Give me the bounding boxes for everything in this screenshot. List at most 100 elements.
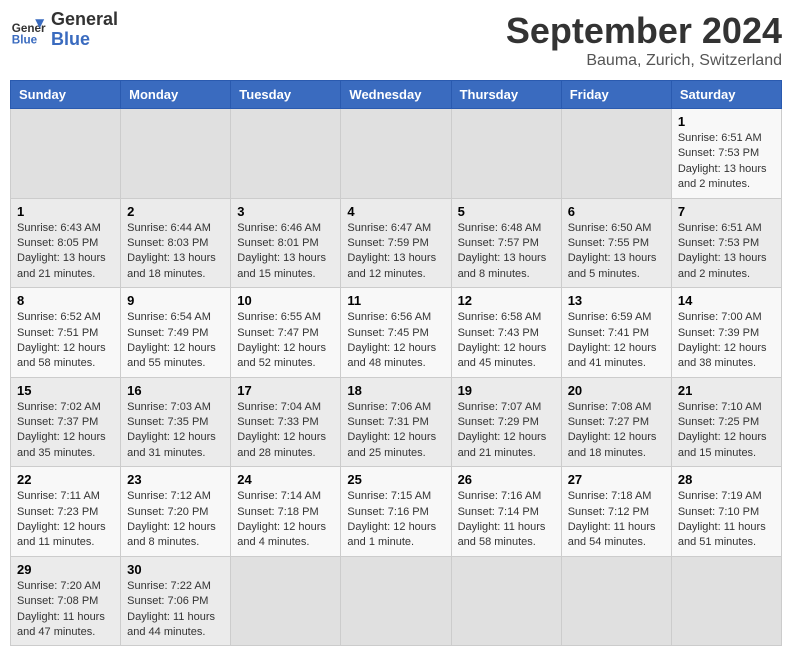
title-block: September 2024 Bauma, Zurich, Switzerlan… bbox=[506, 10, 782, 70]
sunrise: Sunrise: 7:11 AM bbox=[17, 490, 100, 502]
day-cell: 27Sunrise: 7:18 AMSunset: 7:12 PMDayligh… bbox=[561, 467, 671, 557]
week-row: 29 Sunrise: 7:20 AMSunset: 7:08 PMDayligh… bbox=[11, 556, 782, 646]
sunrise: Sunrise: 7:00 AM bbox=[678, 311, 762, 323]
day-cell: 3Sunrise: 6:46 AMSunset: 8:01 PMDaylight… bbox=[231, 198, 341, 288]
day-number: 1 bbox=[678, 114, 775, 129]
day-info: Sunrise: 7:14 AM Sunset: 7:18 PM Daylight:… bbox=[237, 489, 334, 551]
daylight: Daylight: 13 hours and 18 minutes. bbox=[127, 252, 216, 279]
page-header: General Blue General Blue September 2024… bbox=[10, 10, 782, 70]
day-number: 22 bbox=[17, 472, 114, 487]
day-cell: 23Sunrise: 7:12 AMSunset: 7:20 PMDayligh… bbox=[121, 467, 231, 557]
day-info: Sunrise: 7:00 AMSunset: 7:39 PMDaylight:… bbox=[678, 310, 775, 372]
day-number: 1 bbox=[17, 204, 114, 219]
sunrise: Sunrise: 6:51 AM bbox=[678, 222, 762, 234]
daylight: Daylight: 12 hours and 28 minutes. bbox=[237, 431, 326, 458]
day-cell bbox=[451, 556, 561, 646]
day-number: 28 bbox=[678, 472, 775, 487]
day-cell: 17Sunrise: 7:04 AMSunset: 7:33 PMDayligh… bbox=[231, 377, 341, 467]
day-cell: 22Sunrise: 7:11 AMSunset: 7:23 PMDayligh… bbox=[11, 467, 121, 557]
day-info: Sunrise: 7:20 AMSunset: 7:08 PMDaylight:… bbox=[17, 579, 114, 641]
calendar-table: SundayMondayTuesdayWednesdayThursdayFrid… bbox=[10, 80, 782, 646]
day-info: Sunrise: 7:02 AMSunset: 7:37 PMDaylight:… bbox=[17, 400, 114, 462]
day-cell bbox=[11, 109, 121, 199]
day-info: Sunrise: 6:59 AMSunset: 7:41 PMDaylight:… bbox=[568, 310, 665, 372]
daylight: Daylight: 13 hours and 8 minutes. bbox=[458, 252, 547, 279]
location-title: Bauma, Zurich, Switzerland bbox=[506, 52, 782, 70]
header-cell-wednesday: Wednesday bbox=[341, 81, 451, 109]
daylight: Daylight: 12 hours and 25 minutes. bbox=[347, 431, 436, 458]
header-row: SundayMondayTuesdayWednesdayThursdayFrid… bbox=[11, 81, 782, 109]
sunrise: Sunrise: 7:18 AM bbox=[568, 490, 652, 502]
sunset: Sunset: 7:55 PM bbox=[568, 237, 649, 249]
daylight: Daylight: 12 hours and 18 minutes. bbox=[568, 431, 657, 458]
day-number: 11 bbox=[347, 293, 444, 308]
sunset: Sunset: 7:23 PM bbox=[17, 506, 98, 518]
daylight: Daylight: 13 hours and 2 minutes. bbox=[678, 252, 767, 279]
day-cell: 18Sunrise: 7:06 AMSunset: 7:31 PMDayligh… bbox=[341, 377, 451, 467]
day-cell bbox=[341, 556, 451, 646]
day-cell: 28Sunrise: 7:19 AMSunset: 7:10 PMDayligh… bbox=[671, 467, 781, 557]
daylight: Daylight: 12 hours and 52 minutes. bbox=[237, 342, 326, 369]
sunrise: Sunrise: 6:50 AM bbox=[568, 222, 652, 234]
day-cell: 1Sunrise: 6:51 AMSunset: 7:53 PMDaylight… bbox=[671, 109, 781, 199]
day-number: 13 bbox=[568, 293, 665, 308]
daylight: Daylight: 12 hours and 48 minutes. bbox=[347, 342, 436, 369]
sunset: Sunset: 7:12 PM bbox=[568, 506, 649, 518]
day-number: 7 bbox=[678, 204, 775, 219]
day-info: Sunrise: 7:10 AMSunset: 7:25 PMDaylight:… bbox=[678, 400, 775, 462]
day-number: 17 bbox=[237, 383, 334, 398]
day-cell: 10Sunrise: 6:55 AMSunset: 7:47 PMDayligh… bbox=[231, 288, 341, 378]
sunset: Sunset: 7:20 PM bbox=[127, 506, 208, 518]
sunrise: Sunrise: 7:20 AM bbox=[17, 580, 101, 592]
daylight: Daylight: 12 hours and 21 minutes. bbox=[458, 431, 547, 458]
sunrise: Sunrise: 7:10 AM bbox=[678, 401, 762, 413]
daylight: Daylight: 12 hours and 58 minutes. bbox=[17, 342, 106, 369]
day-number: 21 bbox=[678, 383, 775, 398]
sunrise: Sunrise: 6:43 AM bbox=[17, 222, 101, 234]
day-number: 19 bbox=[458, 383, 555, 398]
sunset: Sunset: 7:43 PM bbox=[458, 327, 539, 339]
day-info: Sunrise: 6:44 AMSunset: 8:03 PMDaylight:… bbox=[127, 221, 224, 283]
week-row: 8Sunrise: 6:52 AMSunset: 7:51 PMDaylight… bbox=[11, 288, 782, 378]
header-cell-tuesday: Tuesday bbox=[231, 81, 341, 109]
day-number: 30 bbox=[127, 562, 224, 577]
sunrise: Sunrise: 7:15 AM bbox=[347, 490, 431, 502]
sunrise: Sunrise: 7:06 AM bbox=[347, 401, 431, 413]
day-number: 5 bbox=[458, 204, 555, 219]
sunrise: Sunrise: 7:14 AM bbox=[237, 490, 321, 502]
day-number: 29 bbox=[17, 562, 114, 577]
sunrise: Sunrise: 7:12 AM bbox=[127, 490, 211, 502]
sunset: Sunset: 7:18 PM bbox=[237, 506, 318, 518]
week-row: 15Sunrise: 7:02 AMSunset: 7:37 PMDayligh… bbox=[11, 377, 782, 467]
sunset: Sunset: 7:49 PM bbox=[127, 327, 208, 339]
daylight: Daylight: 12 hours and 8 minutes. bbox=[127, 521, 216, 548]
daylight: Daylight: 12 hours and 4 minutes. bbox=[237, 521, 326, 548]
day-number: 2 bbox=[127, 204, 224, 219]
day-cell bbox=[231, 109, 341, 199]
sunrise: Sunrise: 6:44 AM bbox=[127, 222, 211, 234]
daylight: Daylight: 11 hours and 47 minutes. bbox=[17, 611, 105, 638]
sunset: Sunset: 7:47 PM bbox=[237, 327, 318, 339]
day-number: 27 bbox=[568, 472, 665, 487]
header-cell-friday: Friday bbox=[561, 81, 671, 109]
day-cell: 13 Sunrise: 6:59 AMSunset: 7:41 PMDayligh… bbox=[561, 288, 671, 378]
day-number: 3 bbox=[237, 204, 334, 219]
day-info: Sunrise: 6:47 AMSunset: 7:59 PMDaylight:… bbox=[347, 221, 444, 283]
logo-line2: Blue bbox=[51, 30, 118, 50]
sunset: Sunset: 7:57 PM bbox=[458, 237, 539, 249]
day-number: 18 bbox=[347, 383, 444, 398]
sunrise: Sunrise: 7:07 AM bbox=[458, 401, 542, 413]
day-number: 9 bbox=[127, 293, 224, 308]
day-cell: 11Sunrise: 6:56 AMSunset: 7:45 PMDayligh… bbox=[341, 288, 451, 378]
sunset: Sunset: 7:53 PM bbox=[678, 237, 759, 249]
day-number: 8 bbox=[17, 293, 114, 308]
day-number: 12 bbox=[458, 293, 555, 308]
day-cell: 30Sunrise: 7:22 AMSunset: 7:06 PMDayligh… bbox=[121, 556, 231, 646]
day-cell bbox=[671, 556, 781, 646]
sunrise: Sunrise: 6:52 AM bbox=[17, 311, 101, 323]
sunrise: Sunrise: 7:22 AM bbox=[127, 580, 211, 592]
day-info: Sunrise: 7:03 AMSunset: 7:35 PMDaylight:… bbox=[127, 400, 224, 462]
sunset: Sunset: 7:45 PM bbox=[347, 327, 428, 339]
day-cell: 19Sunrise: 7:07 AMSunset: 7:29 PMDayligh… bbox=[451, 377, 561, 467]
sunset: Sunset: 7:53 PM bbox=[678, 147, 759, 159]
